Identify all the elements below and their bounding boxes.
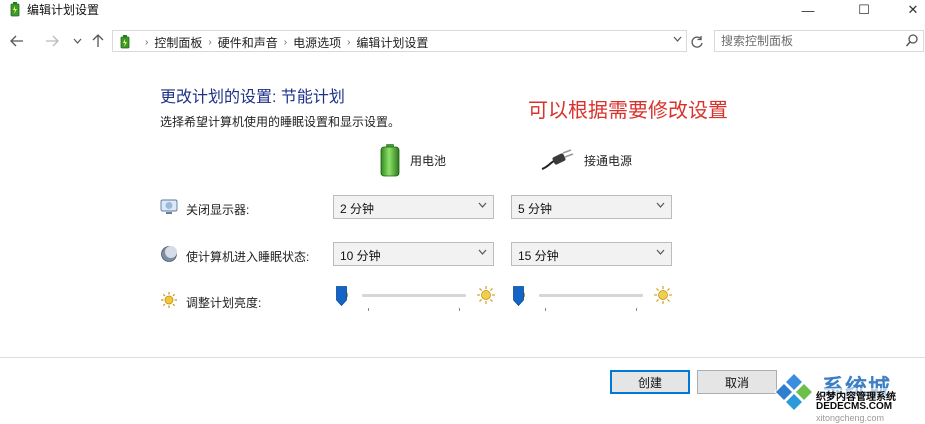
- slider-tick: [368, 308, 369, 311]
- monitor-icon: [160, 199, 178, 214]
- slider-tick: [545, 308, 546, 311]
- setting-label-brightness: 调整计划亮度:: [186, 296, 262, 310]
- slider-tick: [459, 308, 460, 311]
- minimize-button[interactable]: —: [785, 0, 831, 20]
- search-icon[interactable]: [905, 33, 919, 49]
- breadcrumb-item-edit-plan[interactable]: 编辑计划设置: [356, 34, 428, 51]
- chevron-down-icon[interactable]: [68, 31, 86, 51]
- breadcrumb: › 控制面板 › 硬件和声音 › 电源选项 › 编辑计划设置: [139, 34, 428, 51]
- column-header-battery: 用电池: [378, 143, 446, 177]
- cancel-button[interactable]: 取消: [697, 370, 777, 394]
- watermark-logo-icon: [774, 372, 814, 412]
- slider-track[interactable]: [362, 294, 466, 297]
- watermark-line-3: xitongcheng.com: [816, 413, 885, 423]
- column-header-plugged-in: 接通电源: [540, 143, 632, 177]
- display-off-battery-select[interactable]: 2 分钟: [333, 195, 494, 219]
- maximize-button[interactable]: ☐: [841, 0, 887, 20]
- breadcrumb-separator-icon[interactable]: ›: [208, 37, 211, 48]
- display-off-plugged-select[interactable]: 5 分钟: [511, 195, 672, 219]
- brightness-plugged-slider[interactable]: [513, 286, 675, 316]
- footer-divider: [0, 357, 925, 358]
- brightness-battery-slider[interactable]: [336, 286, 498, 316]
- sleep-battery-value: 10 分钟: [340, 249, 381, 263]
- power-plan-icon: [10, 2, 20, 17]
- up-arrow-icon[interactable]: [89, 31, 107, 51]
- create-button[interactable]: 创建: [610, 370, 690, 394]
- battery-icon: [380, 144, 400, 177]
- breadcrumb-separator-icon[interactable]: ›: [347, 37, 350, 48]
- sun-large-icon: [477, 286, 495, 304]
- column-label-plugged-in: 接通电源: [584, 153, 633, 168]
- sleep-plugged-value: 15 分钟: [518, 249, 559, 263]
- slider-thumb[interactable]: [336, 286, 347, 306]
- chevron-down-icon: [656, 247, 665, 258]
- breadcrumb-item-control-panel[interactable]: 控制面板: [154, 34, 202, 51]
- breadcrumb-separator-icon: ›: [145, 37, 149, 48]
- annotation-text: 可以根据需要修改设置: [528, 100, 728, 122]
- close-button[interactable]: ✕: [890, 0, 925, 20]
- search-input[interactable]: [721, 33, 896, 49]
- display-off-plugged-value: 5 分钟: [518, 202, 553, 216]
- breadcrumb-item-hardware-sound[interactable]: 硬件和声音: [218, 34, 278, 51]
- sun-icon: [161, 292, 177, 308]
- sun-large-icon: [654, 286, 672, 304]
- breadcrumb-item-power-options[interactable]: 电源选项: [293, 34, 341, 51]
- sleep-battery-select[interactable]: 10 分钟: [333, 242, 494, 266]
- chevron-down-icon: [478, 247, 487, 258]
- page-title: 更改计划的设置: 节能计划: [160, 89, 345, 106]
- navigation-bar: › 控制面板 › 硬件和声音 › 电源选项 › 编辑计划设置: [0, 28, 925, 54]
- page-description: 选择希望计算机使用的睡眠设置和显示设置。: [160, 115, 401, 129]
- chevron-down-icon: [478, 200, 487, 211]
- plug-icon: [541, 149, 574, 170]
- slider-tick: [636, 308, 637, 311]
- back-arrow-icon[interactable]: [8, 31, 26, 51]
- refresh-icon[interactable]: [688, 32, 706, 52]
- slider-track[interactable]: [539, 294, 643, 297]
- search-box[interactable]: [714, 30, 924, 52]
- window-title: 编辑计划设置: [27, 3, 100, 17]
- forward-arrow-icon[interactable]: [43, 31, 61, 51]
- chevron-down-icon: [656, 200, 665, 211]
- setting-label-sleep: 使计算机进入睡眠状态:: [186, 250, 310, 264]
- title-bar: 编辑计划设置 — ☐ ✕: [0, 0, 925, 20]
- slider-thumb[interactable]: [513, 286, 524, 306]
- address-dropdown-icon[interactable]: [673, 34, 682, 45]
- sleep-plugged-select[interactable]: 15 分钟: [511, 242, 672, 266]
- sleep-icon: [161, 246, 177, 262]
- address-bar[interactable]: › 控制面板 › 硬件和声音 › 电源选项 › 编辑计划设置: [112, 30, 687, 52]
- setting-label-display: 关闭显示器:: [186, 203, 250, 217]
- watermark: 系统城 织梦内容管理系统 DEDECMS.COM xitongcheng.com: [770, 368, 925, 424]
- breadcrumb-separator-icon[interactable]: ›: [284, 37, 287, 48]
- column-label-battery: 用电池: [410, 153, 447, 168]
- display-off-battery-value: 2 分钟: [340, 202, 375, 216]
- watermark-line-2: DEDECMS.COM: [816, 401, 893, 412]
- power-plan-icon: [120, 35, 130, 49]
